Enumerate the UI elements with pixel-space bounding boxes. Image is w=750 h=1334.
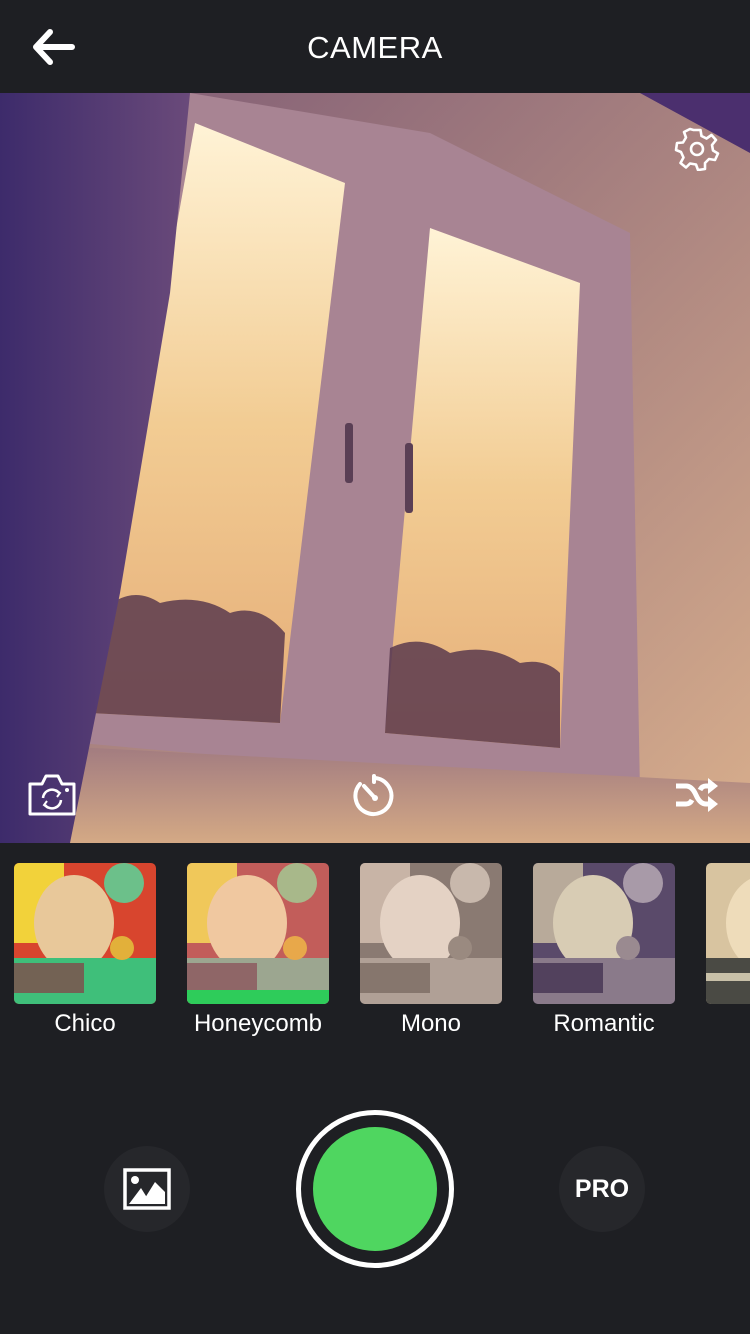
filter-mono[interactable]: Mono [360,863,502,1038]
filter-thumbnail [706,863,750,1004]
filter-strip[interactable]: Chico Honeycomb Mono Romantic [0,843,750,1043]
camera-preview[interactable] [0,93,750,843]
filter-romantic[interactable]: Romantic [533,863,675,1038]
filter-label: Mono [400,1010,462,1037]
gear-icon [674,127,720,172]
filter-label: Romantic [553,1010,655,1037]
image-icon [123,1168,171,1210]
timer-button[interactable] [350,772,398,818]
camera-flip-icon [28,774,76,816]
filter-chico[interactable]: Chico [14,863,156,1038]
shuffle-icon [676,778,718,812]
filter-thumbnail [187,863,329,1004]
filter-honeycomb[interactable]: Honeycomb [187,863,329,1038]
filter-label: Chico [54,1010,116,1037]
filter-label: Honeycomb [193,1010,323,1037]
pro-button[interactable]: PRO [559,1146,645,1232]
filter-thumbnail [360,863,502,1004]
header: CAMERA [0,0,750,93]
timer-icon [353,774,394,816]
filter-thumbnail [14,863,156,1004]
filter-thumbnail [533,863,675,1004]
gallery-button[interactable] [104,1146,190,1232]
shuffle-button[interactable] [672,772,720,818]
filter-partial[interactable] [706,863,750,1010]
selected-indicator [187,990,329,1004]
shutter-button[interactable] [296,1110,454,1268]
settings-button[interactable] [672,127,722,172]
shutter-inner [313,1127,437,1251]
flip-camera-button[interactable] [26,770,78,818]
page-title: CAMERA [307,30,443,65]
preview-image [0,93,750,843]
